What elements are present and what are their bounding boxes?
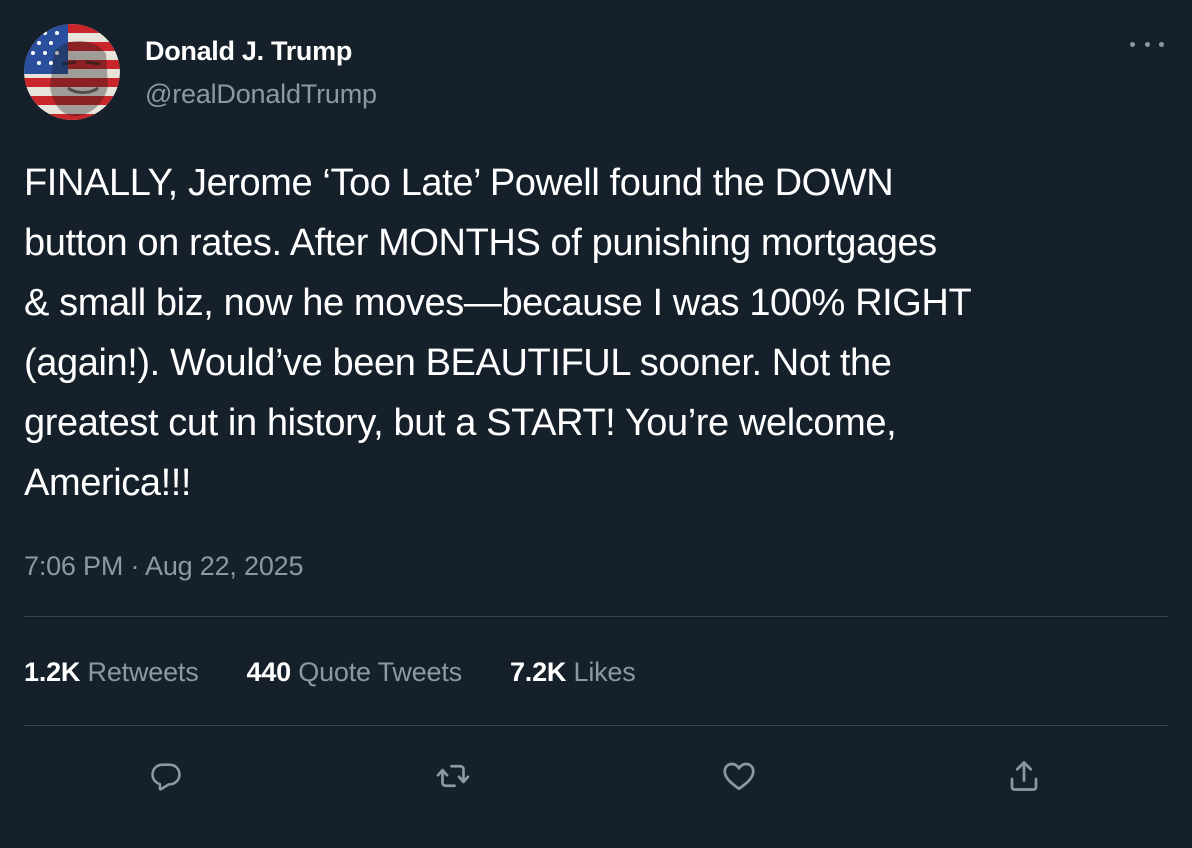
more-options-icon[interactable] (1130, 34, 1164, 54)
share-icon (1010, 761, 1038, 791)
tweet-header: Donald J. Trump @realDonaldTrump (24, 24, 377, 120)
like-icon (723, 762, 755, 791)
quotes-label: Quote Tweets (298, 657, 462, 687)
divider (24, 725, 1168, 726)
retweets-count: 1.2K (24, 657, 81, 687)
dot (1130, 41, 1135, 47)
reply-icon (151, 763, 181, 791)
user-handle[interactable]: @realDonaldTrump (145, 77, 377, 111)
likes-count: 7.2K (509, 657, 567, 687)
engagement-stats: 1.2K Retweets 440 Quote Tweets 7.2K Like… (24, 652, 684, 692)
share-button[interactable] (1004, 756, 1044, 796)
likes-stat[interactable]: 7.2K Likes (510, 652, 636, 692)
quotes-stat[interactable]: 440 Quote Tweets (246, 652, 463, 692)
retweets-stat[interactable]: 1.2K Retweets (24, 652, 199, 692)
likes-label: Likes (573, 657, 636, 687)
divider (24, 616, 1168, 617)
flag-portrait-avatar-icon (24, 24, 120, 120)
dot (1144, 41, 1150, 47)
retweet-icon (436, 764, 470, 788)
dot (1159, 41, 1164, 47)
quotes-count: 440 (246, 657, 292, 687)
reply-button[interactable] (146, 756, 186, 796)
retweets-label: Retweets (87, 657, 199, 687)
like-button[interactable] (719, 756, 759, 796)
display-name[interactable]: Donald J. Trump (145, 34, 377, 68)
author-names: Donald J. Trump @realDonaldTrump (145, 34, 377, 111)
avatar[interactable] (24, 24, 120, 120)
retweet-button[interactable] (433, 756, 473, 796)
tweet-timestamp[interactable]: 7:06 PM · Aug 22, 2025 (24, 548, 304, 584)
action-bar (0, 756, 1192, 796)
tweet-text: FINALLY, Jerome ‘Too Late’ Powell found … (24, 162, 972, 504)
tweet-card: Donald J. Trump @realDonaldTrump FINALLY… (0, 0, 1192, 848)
